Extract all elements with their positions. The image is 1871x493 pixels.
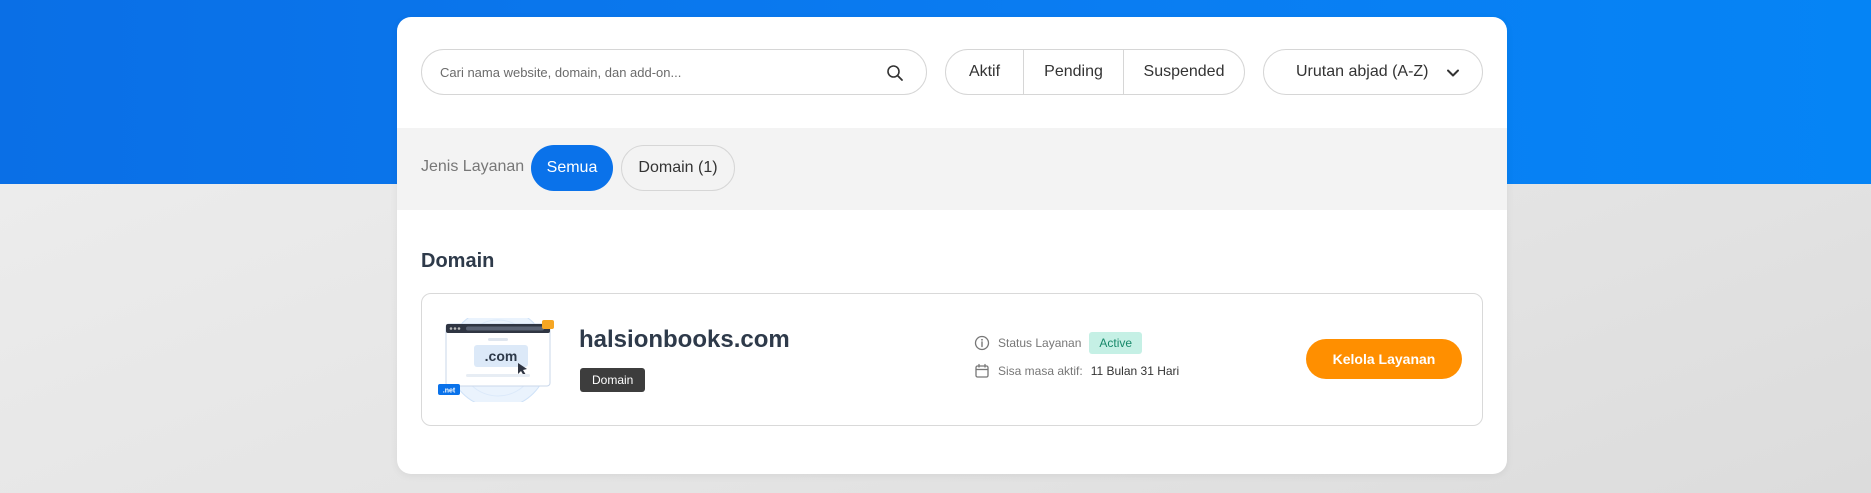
service-remaining-row: Sisa masa aktif: 11 Bulan 31 Hari: [974, 363, 1179, 379]
status-filter-group: Aktif Pending Suspended: [945, 49, 1245, 95]
service-type-all[interactable]: Semua: [531, 145, 613, 191]
service-domain-name[interactable]: halsionbooks.com: [579, 326, 790, 354]
service-type-label: Jenis Layanan: [421, 158, 525, 175]
manage-service-button[interactable]: Kelola Layanan: [1306, 339, 1462, 379]
calendar-icon: [975, 363, 989, 378]
remaining-label: Sisa masa aktif:: [998, 364, 1083, 378]
search-input[interactable]: [438, 63, 882, 81]
search-icon[interactable]: [886, 64, 904, 82]
status-label: Status Layanan: [998, 336, 1082, 350]
remaining-value: 11 Bulan 31 Hari: [1090, 364, 1180, 378]
sort-selected-label: Urutan abjad (A-Z): [1296, 63, 1429, 80]
filter-suspended[interactable]: Suspended: [1124, 50, 1244, 94]
search-bar[interactable]: [421, 49, 927, 95]
service-type-domain[interactable]: Domain (1): [621, 145, 735, 191]
thumb-net-badge: .net: [443, 388, 456, 395]
filter-aktif[interactable]: Aktif: [946, 50, 1024, 94]
sort-dropdown[interactable]: Urutan abjad (A-Z): [1263, 49, 1483, 95]
thumb-tld-text: .com: [485, 348, 518, 364]
service-type-bar: Jenis Layanan Semua Domain (1): [397, 128, 1507, 210]
service-type-badge: Domain: [580, 368, 646, 392]
services-card: Aktif Pending Suspended Urutan abjad (A-…: [397, 17, 1507, 474]
filter-pending[interactable]: Pending: [1024, 50, 1124, 94]
service-item: .com .net halsionbooks.com Domain Status…: [421, 293, 1483, 426]
info-icon: [974, 335, 990, 351]
domain-illustration: .com .net: [438, 318, 554, 402]
service-status-row: Status Layanan Active: [974, 332, 1143, 354]
section-title: Domain: [421, 250, 495, 272]
chevron-down-icon: [1447, 69, 1459, 77]
status-badge: Active: [1089, 332, 1143, 354]
